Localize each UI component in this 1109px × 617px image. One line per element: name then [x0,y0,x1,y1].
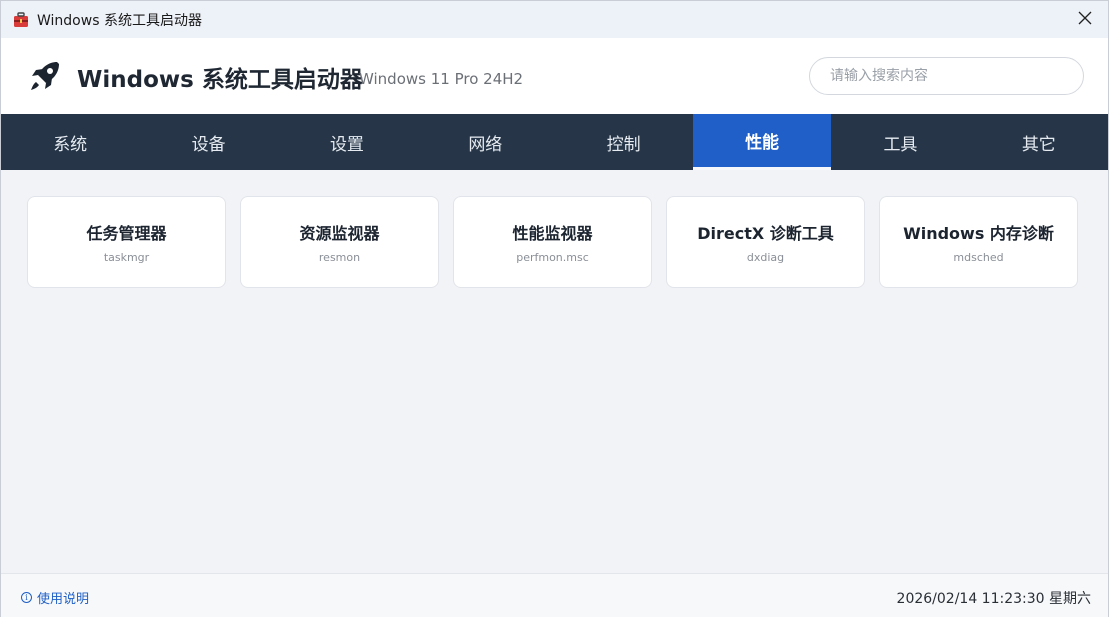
rocket-icon [27,58,63,94]
os-version-label: Windows 11 Pro 24H2 [359,70,524,88]
toolbox-icon [13,11,29,28]
window-title: Windows 系统工具启动器 [37,12,202,29]
help-link[interactable]: i 使用说明 [21,588,89,607]
close-button[interactable] [1062,1,1108,38]
tool-card-command: perfmon.msc [516,251,589,264]
tool-card-title: 性能监视器 [512,224,593,243]
tab-control[interactable]: 控制 [555,114,693,170]
tab-other[interactable]: 其它 [970,114,1108,170]
search-input[interactable] [809,57,1084,95]
help-label: 使用说明 [37,592,90,607]
tool-card-perfmon[interactable]: 性能监视器 perfmon.msc [453,196,652,288]
content-area: 任务管理器 taskmgr 资源监视器 resmon 性能监视器 perfmon… [1,170,1108,573]
category-tabs: 系统 设备 设置 网络 控制 性能 工具 其它 [1,114,1108,170]
tool-card-command: mdsched [953,251,1004,264]
tool-card-dxdiag[interactable]: DirectX 诊断工具 dxdiag [666,196,865,288]
tab-system[interactable]: 系统 [1,114,139,170]
datetime-display: 2026/02/14 11:23:30 星期六 [896,591,1091,607]
tool-card-title: 资源监视器 [299,224,380,243]
tool-card-title: DirectX 诊断工具 [697,224,834,243]
app-window: Windows 系统工具启动器 Windows 系统工具启动器 Windows … [0,0,1109,617]
app-header: Windows 系统工具启动器 Windows 11 Pro 24H2 [1,38,1108,114]
tool-card-title: 任务管理器 [86,224,167,243]
tab-performance[interactable]: 性能 [692,114,832,170]
tool-card-command: resmon [318,251,361,264]
status-bar: i 使用说明 2026/02/14 11:23:30 星期六 [1,573,1108,617]
tool-card-command: dxdiag [746,251,785,264]
title-bar[interactable]: Windows 系统工具启动器 [1,1,1108,38]
tool-card-taskmgr[interactable]: 任务管理器 taskmgr [27,196,226,288]
close-icon [1078,10,1092,29]
tool-card-mdsched[interactable]: Windows 内存诊断 mdsched [879,196,1078,288]
tool-card-list: 任务管理器 taskmgr 资源监视器 resmon 性能监视器 perfmon… [27,196,1078,288]
tab-devices[interactable]: 设备 [139,114,277,170]
tab-tools[interactable]: 工具 [831,114,969,170]
app-title: Windows 系统工具启动器 [77,67,363,93]
info-icon: i [21,592,32,603]
tab-network[interactable]: 网络 [416,114,554,170]
tool-card-resmon[interactable]: 资源监视器 resmon [240,196,439,288]
tab-settings[interactable]: 设置 [278,114,416,170]
tool-card-title: Windows 内存诊断 [903,224,1054,243]
tool-card-command: taskmgr [103,251,150,264]
